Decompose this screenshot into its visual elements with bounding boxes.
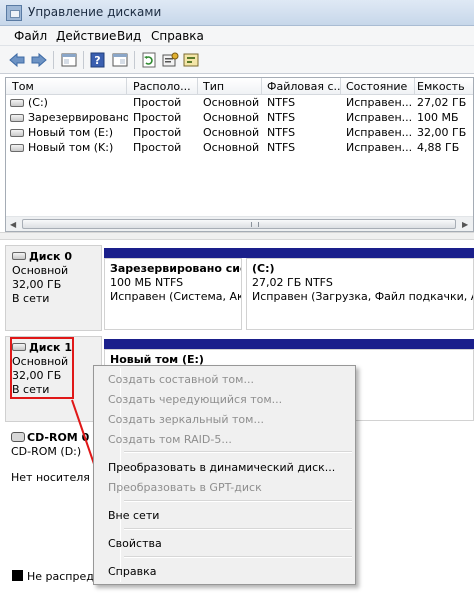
table-row[interactable]: Новый том (K:) Простой Основной NTFS Исп…: [6, 141, 473, 156]
volume-status: Исправен...: [346, 141, 413, 154]
partition-header-bar: [104, 248, 474, 258]
table-row[interactable]: Новый том (E:) Простой Основной NTFS Исп…: [6, 126, 473, 141]
partition-system-reserved[interactable]: Зарезервировано системой 100 МБ NTFS Исп…: [104, 258, 242, 330]
menu-item-convert-gpt[interactable]: Преобразовать в GPT-диск: [108, 481, 262, 494]
menu-bar: Файл Действие Вид Справка: [0, 26, 474, 46]
volume-filesystem: NTFS: [267, 141, 296, 154]
partition-status: Исправен (Система, Активен, Основной раз…: [110, 290, 241, 303]
volume-type: Основной: [203, 96, 260, 109]
menu-item-create-mirrored[interactable]: Создать зеркальный том...: [108, 413, 264, 426]
back-arrow-icon[interactable]: [8, 51, 26, 69]
toolbar-separator: [53, 51, 54, 69]
menu-item-properties[interactable]: Свойства: [108, 537, 162, 550]
partition-info: 100 МБ NTFS: [110, 276, 184, 289]
scroll-right-icon[interactable]: ▶: [462, 220, 468, 229]
pane-splitter[interactable]: [0, 232, 474, 240]
volume-filesystem: NTFS: [267, 126, 296, 139]
volume-layout: Простой: [133, 111, 182, 124]
menu-file[interactable]: Файл: [14, 29, 47, 43]
refresh-icon[interactable]: [140, 51, 158, 69]
properties-icon[interactable]: [161, 51, 179, 69]
volume-capacity: 100 МБ: [417, 111, 459, 124]
scrollbar-thumb[interactable]: [22, 219, 456, 229]
column-header-status[interactable]: Состояние: [346, 80, 414, 93]
menu-item-help[interactable]: Справка: [108, 565, 156, 578]
volume-capacity: 32,00 ГБ: [417, 126, 467, 139]
toolbar-separator: [83, 51, 84, 69]
column-header-capacity[interactable]: Емкость: [417, 80, 473, 93]
forward-arrow-icon[interactable]: [30, 51, 48, 69]
column-header-type[interactable]: Тип: [203, 80, 263, 93]
volume-filesystem: NTFS: [267, 96, 296, 109]
volume-type: Основной: [203, 126, 260, 139]
disk-0-label[interactable]: Диск 0 Основной 32,00 ГБ В сети: [5, 245, 102, 331]
volume-name: Новый том (E:): [28, 126, 113, 139]
disk-name: Диск 0: [29, 250, 72, 263]
volume-layout: Простой: [133, 141, 182, 154]
legend-swatch: [12, 570, 23, 581]
menu-item-convert-dynamic[interactable]: Преобразовать в динамический диск...: [108, 461, 335, 474]
partition-header-bar: [104, 339, 474, 349]
panel2-icon[interactable]: [111, 51, 129, 69]
panel-icon[interactable]: [60, 51, 78, 69]
partition-status: Исправен (Загрузка, Файл подкачки, Авари…: [252, 290, 473, 303]
partition-c[interactable]: (C:) 27,02 ГБ NTFS Исправен (Загрузка, Ф…: [246, 258, 474, 330]
volume-name: Новый том (K:): [28, 141, 114, 154]
disk-management-icon: [6, 5, 22, 21]
volume-name: Зарезервировано...: [28, 111, 128, 124]
menu-item-offline[interactable]: Вне сети: [108, 509, 159, 522]
volume-capacity: 4,88 ГБ: [417, 141, 460, 154]
volume-capacity: 27,02 ГБ: [417, 96, 467, 109]
disk-status: Нет носителя: [11, 471, 90, 484]
menu-item-create-spanned[interactable]: Создать составной том...: [108, 373, 254, 386]
disk-size: 32,00 ГБ: [12, 278, 62, 291]
volume-status: Исправен...: [346, 96, 413, 109]
volume-type: Основной: [203, 111, 260, 124]
cdrom-icon: [11, 432, 25, 442]
column-header-filesystem[interactable]: Файловая с...: [267, 80, 341, 93]
partition-info: 27,02 ГБ NTFS: [252, 276, 333, 289]
disk-name: CD-ROM 0: [27, 431, 90, 444]
table-row[interactable]: (C:) Простой Основной NTFS Исправен... 2…: [6, 96, 473, 111]
volume-status: Исправен...: [346, 126, 413, 139]
toolbar: ?: [0, 46, 474, 74]
volume-icon: [10, 144, 24, 152]
window-title: Управление дисками: [28, 5, 162, 19]
column-header-layout[interactable]: Располо...: [133, 80, 195, 93]
toolbar-separator: [134, 51, 135, 69]
volume-type: Основной: [203, 141, 260, 154]
menu-help[interactable]: Справка: [151, 29, 204, 43]
volume-icon: [10, 114, 24, 122]
volume-layout: Простой: [133, 96, 182, 109]
title-bar: Управление дисками: [0, 0, 474, 26]
disk-icon: [12, 252, 26, 260]
disk-type: Основной: [12, 264, 69, 277]
menu-view[interactable]: Вид: [117, 29, 141, 43]
volume-name: (C:): [28, 96, 48, 109]
volume-icon: [10, 129, 24, 137]
horizontal-scrollbar[interactable]: ◀ ▶: [6, 216, 473, 231]
volume-list[interactable]: Том Располо... Тип Файловая с... Состоян…: [5, 77, 474, 232]
volume-status: Исправен...: [346, 111, 413, 124]
volume-list-header: Том Располо... Тип Файловая с... Состоян…: [6, 78, 473, 95]
scroll-left-icon[interactable]: ◀: [10, 220, 16, 229]
svg-text:?: ?: [94, 54, 100, 67]
partition-name: Зарезервировано системой: [110, 262, 241, 275]
menu-item-create-raid5[interactable]: Создать том RAID-5...: [108, 433, 232, 446]
volume-layout: Простой: [133, 126, 182, 139]
menu-action[interactable]: Действие: [56, 29, 116, 43]
disk-status: В сети: [12, 292, 50, 305]
cdrom-label[interactable]: CD-ROM 0 CD-ROM (D:) Нет носителя: [5, 427, 102, 507]
volume-filesystem: NTFS: [267, 111, 296, 124]
context-menu: Создать составной том... Создать чередую…: [93, 365, 356, 585]
highlight-box: [10, 337, 74, 399]
disk-type: CD-ROM (D:): [11, 445, 82, 458]
settings-icon[interactable]: [182, 51, 200, 69]
partition-name: (C:): [252, 262, 275, 275]
column-header-volume[interactable]: Том: [12, 80, 124, 93]
help-icon[interactable]: ?: [89, 51, 107, 69]
menu-item-create-striped[interactable]: Создать чередующийся том...: [108, 393, 282, 406]
table-row[interactable]: Зарезервировано... Простой Основной NTFS…: [6, 111, 473, 126]
volume-icon: [10, 99, 24, 107]
